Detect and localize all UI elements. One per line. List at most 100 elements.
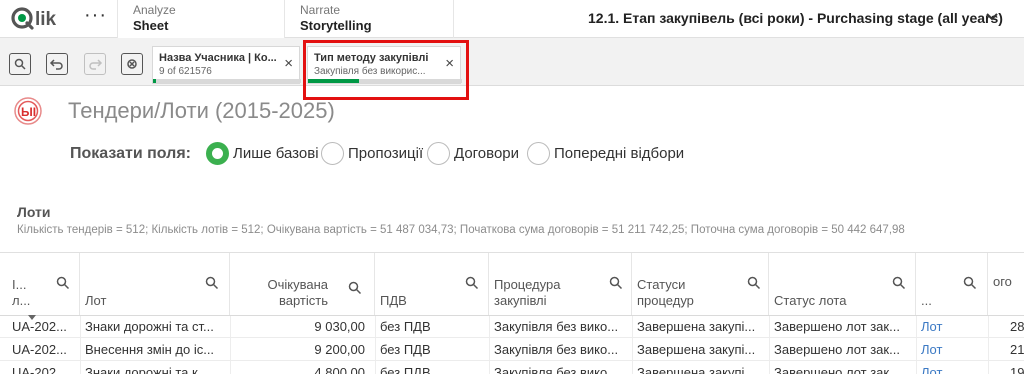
cell-lot-link[interactable]: Лот — [921, 319, 981, 334]
search-icon[interactable] — [963, 276, 977, 290]
cell-expected-value: 9 030,00 — [314, 319, 365, 334]
cell-tender-id: UA-202... — [12, 319, 67, 334]
cell-lot-link[interactable]: Лот — [921, 365, 981, 374]
search-icon[interactable] — [747, 276, 761, 290]
header-line1: І... — [12, 277, 27, 292]
column-header-extra[interactable]: ого — [988, 253, 1024, 315]
header-line2: ПДВ — [380, 293, 407, 308]
column-header-lot-status[interactable]: Статус лота — [769, 253, 916, 315]
radio-label[interactable]: Договори — [454, 145, 519, 162]
radio-unselected-icon[interactable] — [427, 142, 450, 165]
column-header-link[interactable]: ... — [916, 253, 988, 315]
header-label: Статуси процедур — [637, 277, 694, 309]
column-header-lot[interactable]: Лот — [80, 253, 230, 315]
tab-storytelling-label: Storytelling — [300, 18, 372, 33]
cell-extra: 21 — [1010, 342, 1024, 357]
header-line2: л... — [12, 293, 31, 308]
header-label: ого — [993, 274, 1012, 290]
column-header-id[interactable]: І... л... — [0, 253, 80, 315]
header-line2: ... — [921, 293, 932, 308]
radio-prequalifications[interactable]: Попередні відбори — [527, 142, 687, 166]
close-icon[interactable]: × — [284, 55, 293, 72]
table-title: Лоти — [17, 204, 51, 220]
cell-expected-value: 9 200,00 — [314, 342, 365, 357]
lots-table: І... л... Лот Очікувана вартість ПДВ Проце… — [0, 252, 1024, 374]
search-icon[interactable] — [205, 276, 219, 290]
cell-lot-status: Завершено лот зак... — [774, 319, 900, 334]
column-header-procedure-status[interactable]: Статуси процедур — [632, 253, 769, 315]
cell-lot: Внесення змін до іс... — [85, 342, 215, 357]
search-icon[interactable] — [892, 276, 906, 290]
top-bar: lik ··· Analyze Sheet Narrate Storytelli… — [0, 0, 1024, 39]
cell-procedure-status: Завершена закупі... — [637, 319, 756, 334]
column-header-expected-value[interactable]: Очікувана вартість — [230, 253, 375, 315]
tab-narrate-storytelling[interactable]: Narrate Storytelling — [284, 0, 454, 38]
radio-label[interactable]: Пропозиції — [348, 145, 423, 162]
cell-extra: 19 — [1010, 365, 1024, 374]
header-line2: вартість — [278, 293, 328, 308]
table-row[interactable]: UA-202... Знаки дорожні та к... 4 800,00 бе… — [0, 362, 1024, 374]
cell-procedure-status: Завершена закупі... — [637, 365, 756, 374]
header-line2: Лот — [85, 293, 107, 308]
more-menu-icon[interactable]: ··· — [84, 4, 107, 27]
radio-contracts[interactable]: Договори — [427, 142, 527, 166]
sheet-logo-icon: ЫІ — [14, 97, 42, 125]
header-label: ПДВ — [380, 277, 407, 309]
header-label: ... — [921, 277, 932, 309]
cell-vat: без ПДВ — [380, 365, 431, 374]
app-title[interactable]: 12.1. Етап закупівель (всі роки) - Purch… — [588, 10, 1003, 26]
column-header-procedure[interactable]: Процедура закупівлі — [489, 253, 632, 315]
tab-analyze-sheet[interactable]: Analyze Sheet — [117, 0, 284, 39]
selection-progress-bar — [153, 79, 301, 83]
cell-extra: 28 — [1010, 319, 1024, 334]
cell-procedure: Закупівля без вико... — [494, 319, 619, 334]
sheet-title: Тендери/Лоти (2015-2025) — [68, 98, 335, 123]
header-label: Лот — [85, 277, 106, 309]
cell-vat: без ПДВ — [380, 342, 431, 357]
table-row[interactable]: UA-202... Внесення змін до іс... 9 200,00 б… — [0, 339, 1024, 361]
radio-proposals[interactable]: Пропозиції — [321, 142, 427, 166]
header-label: Очікувана вартість — [267, 277, 328, 309]
highlight-annotation-box — [303, 40, 469, 100]
svg-text:lik: lik — [35, 9, 57, 30]
table-row[interactable]: UA-202... Знаки дорожні та ст... 9 030,00 б… — [0, 316, 1024, 338]
search-icon[interactable] — [56, 276, 70, 290]
header-line1: Очікувана — [267, 277, 328, 292]
radio-selected-icon[interactable] — [206, 142, 229, 165]
radio-unselected-icon[interactable] — [321, 142, 344, 165]
header-line2: ого — [993, 274, 1012, 289]
cell-tender-id: UA-202... — [12, 342, 67, 357]
selection-chip-participant-name[interactable]: Назва Учасника | Ко... 9 of 621576 × — [152, 46, 301, 84]
selections-bar: Назва Учасника | Ко... 9 of 621576 × Тип… — [0, 38, 1024, 86]
cell-lot-status: Завершено лот зак... — [774, 365, 900, 374]
search-icon[interactable] — [348, 281, 362, 295]
search-icon[interactable] — [609, 276, 623, 290]
search-icon[interactable] — [465, 276, 479, 290]
search-selections-icon[interactable] — [9, 53, 31, 75]
cell-expected-value: 4 800,00 — [314, 365, 365, 374]
column-header-vat[interactable]: ПДВ — [375, 253, 489, 315]
header-line2: процедур — [637, 293, 694, 308]
cell-tender-id: UA-202... — [12, 365, 67, 374]
header-label: Процедура закупівлі — [494, 277, 560, 309]
tab-narrate-label: Narrate — [300, 3, 341, 17]
cell-lot-link[interactable]: Лот — [921, 342, 981, 357]
svg-text:ЫІ: ЫІ — [21, 105, 36, 119]
step-back-icon[interactable] — [46, 53, 68, 75]
show-fields-label: Показати поля: — [70, 145, 191, 162]
qlik-logo[interactable]: lik — [10, 4, 75, 32]
tab-analyze-label: Analyze — [133, 3, 176, 17]
radio-basic-only[interactable]: Лише базові — [206, 142, 321, 166]
clear-all-icon[interactable] — [121, 53, 143, 75]
radio-label[interactable]: Попередні відбори — [554, 145, 684, 162]
radio-unselected-icon[interactable] — [527, 142, 550, 165]
table-summary: Кількість тендерів = 512; Кількість лоті… — [17, 224, 905, 236]
header-line1: Статуси — [637, 277, 686, 292]
cell-procedure: Закупівля без вико... — [494, 365, 619, 374]
chevron-down-icon[interactable] — [984, 9, 1000, 25]
radio-label[interactable]: Лише базові — [233, 145, 319, 162]
cell-vat: без ПДВ — [380, 319, 431, 334]
cell-lot: Знаки дорожні та к... — [85, 365, 209, 374]
tab-sheet-label: Sheet — [133, 18, 169, 33]
header-line2: закупівлі — [494, 293, 547, 308]
